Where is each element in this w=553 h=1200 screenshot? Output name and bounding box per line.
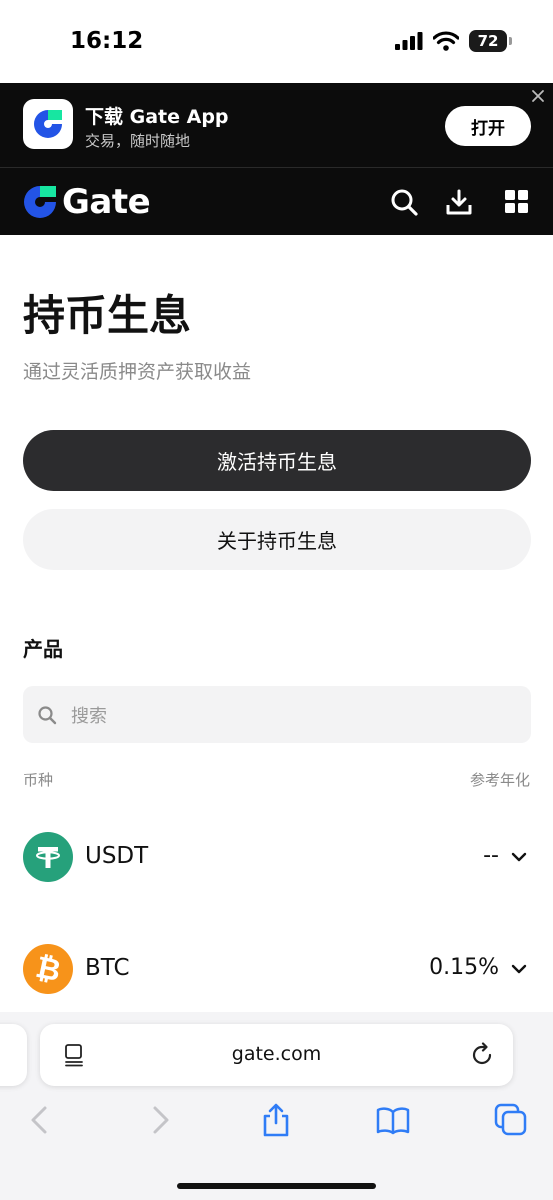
address-bar[interactable]: gate.com <box>40 1024 513 1086</box>
tether-icon <box>23 832 73 882</box>
products-heading: 产品 <box>23 637 63 661</box>
coin-name: BTC <box>85 955 130 981</box>
asset-row-usdt[interactable]: USDT -- <box>23 829 531 885</box>
status-bar: 16:12 72 <box>0 0 553 83</box>
url-text: gate.com <box>231 1043 322 1065</box>
about-button[interactable]: 关于持币生息 <box>23 509 531 570</box>
wifi-icon <box>433 31 459 51</box>
site-header: Gate <box>0 168 553 235</box>
search-placeholder: 搜索 <box>71 705 107 727</box>
status-icons: 72 <box>395 30 512 52</box>
banner-title: 下载 Gate App <box>85 106 229 128</box>
chevron-down-icon <box>511 964 527 974</box>
grid-menu-icon[interactable] <box>503 188 531 216</box>
download-icon[interactable] <box>445 188 473 216</box>
gate-logo[interactable]: Gate <box>22 182 151 222</box>
forward-icon[interactable] <box>142 1102 178 1138</box>
coin-name: USDT <box>85 843 149 869</box>
page-subtitle: 通过灵活质押资产获取收益 <box>23 361 252 383</box>
column-header-coin: 币种 <box>23 771 54 789</box>
coin-apr: 0.15% <box>429 955 499 980</box>
share-icon[interactable] <box>258 1102 294 1138</box>
search-input[interactable]: 搜索 <box>23 686 531 743</box>
gate-logo-mark-icon <box>24 186 56 218</box>
battery-indicator: 72 <box>469 30 512 52</box>
page-title: 持币生息 <box>23 291 192 340</box>
tabs-icon[interactable] <box>493 1102 529 1138</box>
gate-app-icon <box>23 99 73 149</box>
back-icon[interactable] <box>22 1102 58 1138</box>
coin-apr: -- <box>483 843 499 868</box>
banner-subtitle: 交易，随时随地 <box>85 132 191 150</box>
home-indicator <box>177 1183 376 1189</box>
close-icon[interactable] <box>531 89 545 103</box>
battery-level: 72 <box>477 32 499 50</box>
open-app-button[interactable]: 打开 <box>445 106 531 146</box>
activate-button[interactable]: 激活持币生息 <box>23 430 531 491</box>
bookmarks-icon[interactable] <box>375 1102 411 1138</box>
brand-name: Gate <box>62 182 151 222</box>
browser-toolbar: gate.com <box>0 1012 553 1200</box>
column-header-apr: 参考年化 <box>469 771 530 789</box>
search-icon[interactable] <box>390 188 418 216</box>
search-icon <box>38 705 57 724</box>
previous-tab-card[interactable] <box>0 1024 27 1086</box>
chevron-down-icon <box>511 852 527 862</box>
reload-icon[interactable] <box>469 1042 495 1068</box>
app-download-banner: 下载 Gate App 交易，随时随地 打开 <box>0 83 553 168</box>
status-time: 16:12 <box>70 28 144 54</box>
bitcoin-icon: ₿ <box>23 944 73 994</box>
battery-tip <box>509 37 512 45</box>
asset-row-btc[interactable]: ₿ BTC 0.15% <box>23 941 531 997</box>
cellular-signal-icon <box>395 32 423 50</box>
